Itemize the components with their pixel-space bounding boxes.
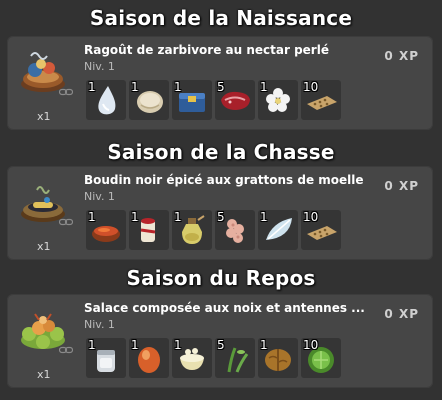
ingredient-qty: 1 bbox=[174, 210, 182, 224]
ingredient-slot[interactable]: 1 bbox=[172, 210, 212, 250]
ingredient-slot[interactable]: 5 bbox=[215, 80, 255, 120]
season-title: Saison de la Naissance bbox=[89, 6, 353, 30]
ingredient-slot[interactable]: 1 bbox=[258, 338, 298, 378]
ingredient-slot[interactable]: 1 bbox=[86, 338, 126, 378]
ingredient-slot[interactable]: 10 bbox=[301, 80, 341, 120]
recipe-level: Niv. 1 bbox=[84, 318, 115, 331]
ingredient-qty: 10 bbox=[303, 210, 319, 224]
recipe-card[interactable]: x1 Salace composée aux noix et antennes … bbox=[7, 294, 433, 388]
ingredient-slot[interactable]: 1 bbox=[172, 80, 212, 120]
ingredient-slot[interactable]: 1 bbox=[129, 338, 169, 378]
xp-value: 0 XP bbox=[384, 49, 419, 63]
recipe-quantity: x1 bbox=[37, 110, 51, 123]
ingredient-qty: 5 bbox=[217, 338, 225, 352]
ingredient-slot[interactable]: 1 bbox=[258, 210, 298, 250]
ingredient-qty: 1 bbox=[174, 338, 182, 352]
recipe-level: Niv. 1 bbox=[84, 190, 115, 203]
recipe-card[interactable]: x1 Boudin noir épicé aux grattons de moe… bbox=[7, 166, 433, 260]
ingredient-slot[interactable]: 1 bbox=[258, 80, 298, 120]
recipe-quantity: x1 bbox=[37, 240, 51, 253]
season-title: Saison de la Chasse bbox=[107, 140, 335, 164]
link-icon bbox=[59, 88, 73, 96]
ingredient-slot[interactable]: 1 bbox=[129, 80, 169, 120]
recipe-level: Niv. 1 bbox=[84, 60, 115, 73]
link-icon bbox=[59, 218, 73, 226]
recipe-name: Ragoût de zarbivore au nectar perlé bbox=[84, 43, 329, 57]
ingredient-qty: 1 bbox=[88, 80, 96, 94]
ingredient-qty: 1 bbox=[131, 338, 139, 352]
ingredient-qty: 1 bbox=[88, 210, 96, 224]
ingredient-slot[interactable]: 1 bbox=[172, 338, 212, 378]
ingredient-list: 1 1 1 5 1 10 bbox=[86, 80, 341, 120]
ingredient-slot[interactable]: 5 bbox=[215, 210, 255, 250]
recipe-quantity: x1 bbox=[37, 368, 51, 381]
ingredient-qty: 5 bbox=[217, 80, 225, 94]
ingredient-slot[interactable]: 5 bbox=[215, 338, 255, 378]
ingredient-qty: 10 bbox=[303, 338, 319, 352]
ingredient-qty: 1 bbox=[260, 80, 268, 94]
ingredient-slot[interactable]: 10 bbox=[301, 210, 341, 250]
ingredient-list: 1 1 1 5 1 10 bbox=[86, 210, 341, 250]
ingredient-qty: 10 bbox=[303, 80, 319, 94]
season-title: Saison du Repos bbox=[126, 266, 316, 290]
ingredient-qty: 1 bbox=[260, 210, 268, 224]
ingredient-qty: 1 bbox=[131, 80, 139, 94]
link-icon bbox=[59, 346, 73, 354]
xp-value: 0 XP bbox=[384, 307, 419, 321]
ingredient-slot[interactable]: 1 bbox=[86, 80, 126, 120]
ingredient-qty: 1 bbox=[88, 338, 96, 352]
xp-value: 0 XP bbox=[384, 179, 419, 193]
ingredient-slot[interactable]: 1 bbox=[86, 210, 126, 250]
ingredient-qty: 5 bbox=[217, 210, 225, 224]
ingredient-slot[interactable]: 1 bbox=[129, 210, 169, 250]
recipe-card[interactable]: x1 Ragoût de zarbivore au nectar perlé N… bbox=[7, 36, 433, 130]
ingredient-slot[interactable]: 10 bbox=[301, 338, 341, 378]
ingredient-qty: 1 bbox=[131, 210, 139, 224]
recipe-name: Boudin noir épicé aux grattons de moelle bbox=[84, 173, 364, 187]
ingredient-qty: 1 bbox=[174, 80, 182, 94]
ingredient-qty: 1 bbox=[260, 338, 268, 352]
ingredient-list: 1 1 1 5 1 10 bbox=[86, 338, 341, 378]
recipe-name: Salace composée aux noix et antennes ... bbox=[84, 301, 365, 315]
